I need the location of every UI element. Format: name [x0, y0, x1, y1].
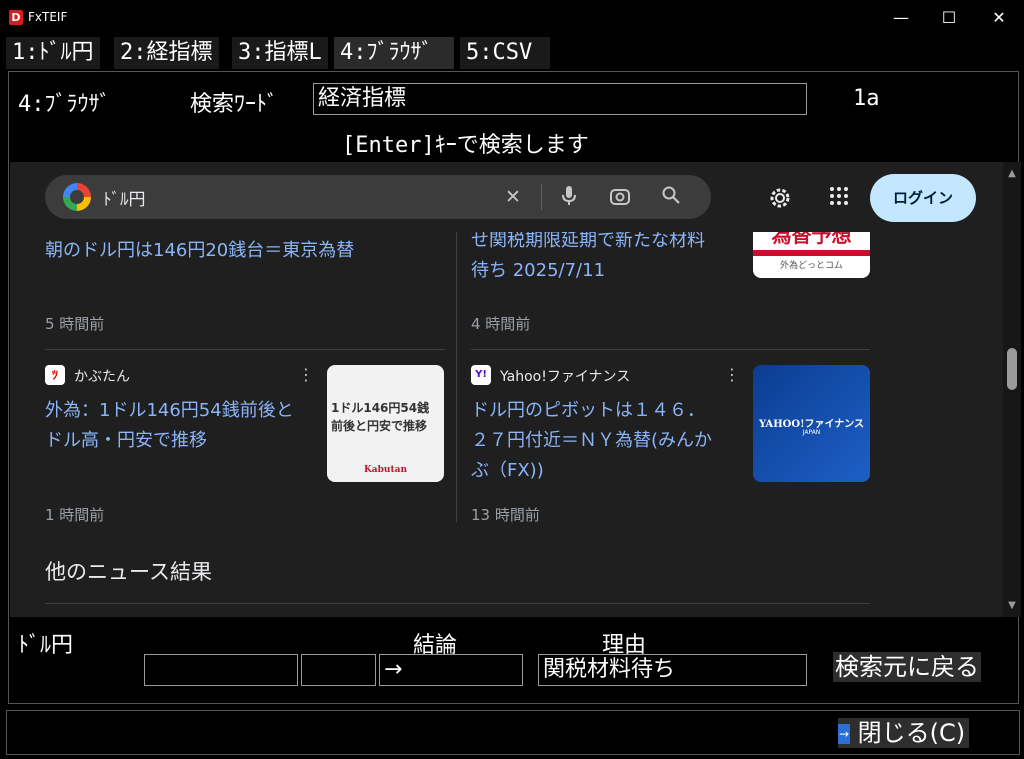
minimize-button[interactable]: — — [877, 0, 925, 36]
browser-scrollbar[interactable]: ▲ ▼ — [1003, 162, 1021, 617]
enter-hint: [Enter]ｷｰで検索します — [342, 133, 589, 158]
tab-csv[interactable]: 5:CSV — [460, 37, 550, 69]
reason-field[interactable]: 関税材料待ち — [538, 654, 807, 686]
apps-grid-icon[interactable] — [827, 186, 851, 210]
title-bar: D FxTEIF — ☐ ✕ — [0, 0, 1024, 36]
news-time: 13 時間前 — [471, 506, 540, 524]
news-headline[interactable]: ドル円のピボットは１４６． ２７円付近＝ＮＹ為替(みんか ぶ（FX)) — [471, 396, 712, 486]
maximize-button[interactable]: ☐ — [925, 0, 973, 36]
arrow-right-icon: → — [838, 724, 850, 744]
settings-gear-icon[interactable] — [768, 186, 792, 210]
news-time: 1 時間前 — [45, 506, 105, 524]
app-logo-icon: D — [9, 10, 23, 25]
embedded-browser[interactable]: ﾄﾞﾙ円 ✕ ログイン 朝のドル円は146円20銭台＝東京為替 5 時間前 せ関… — [10, 162, 1021, 617]
lens-camera-icon[interactable] — [608, 185, 632, 209]
panel-heading: 4:ﾌﾞﾗｳｻﾞ — [18, 92, 111, 117]
close-window-button[interactable]: ✕ — [975, 0, 1023, 36]
more-options-icon[interactable]: ⋮ — [724, 365, 740, 384]
value-field-1[interactable] — [144, 654, 298, 686]
conclusion-field[interactable]: → — [379, 654, 523, 686]
news-source: かぶたん — [74, 369, 130, 385]
clear-icon[interactable]: ✕ — [501, 185, 525, 209]
tab-dollar-yen[interactable]: 1:ﾄﾞﾙ円 — [6, 37, 100, 69]
news-column-divider — [456, 222, 457, 522]
more-options-icon[interactable]: ⋮ — [298, 365, 314, 384]
news-headline[interactable]: 外為：1ドル146円54銭前後と ドル高・円安で推移 — [45, 396, 294, 456]
tab-economic-indicators[interactable]: 2:経指標 — [114, 37, 219, 69]
search-icon[interactable] — [659, 185, 683, 209]
news-thumbnail[interactable]: 1ドル146円54銭前後と円安で推移 Kabutan — [327, 365, 444, 482]
news-time: 4 時間前 — [471, 315, 531, 333]
divider — [45, 603, 870, 604]
news-headline[interactable]: せ関税期限延期で新たな材料 待ち 2025/7/11 — [471, 226, 705, 286]
kabutan-favicon-icon: ﾂ — [45, 365, 65, 385]
divider — [45, 349, 445, 350]
search-divider — [541, 184, 542, 210]
more-news-heading: 他のニュース結果 — [45, 560, 212, 584]
tab-browser[interactable]: 4:ﾌﾞﾗｳｻﾞ — [334, 37, 454, 69]
scroll-down-icon[interactable]: ▼ — [1006, 600, 1018, 612]
news-source: Yahoo!ファイナンス — [500, 369, 631, 385]
news-time: 5 時間前 — [45, 315, 105, 333]
pair-label: ﾄﾞﾙ円 — [18, 633, 74, 658]
google-logo-icon — [63, 183, 91, 211]
scroll-up-icon[interactable]: ▲ — [1006, 168, 1018, 180]
login-button[interactable]: ログイン — [870, 174, 976, 222]
google-search-bar: ﾄﾞﾙ円 ✕ ログイン — [10, 162, 1003, 232]
search-word-input[interactable]: 経済指標 — [313, 83, 807, 115]
news-thumbnail[interactable]: YAHOO!ファイナンス JAPAN — [753, 365, 870, 482]
scrollbar-thumb[interactable] — [1007, 348, 1017, 390]
microphone-icon[interactable] — [557, 185, 581, 209]
google-search-box[interactable]: ﾄﾞﾙ円 ✕ — [45, 175, 711, 219]
yahoo-favicon-icon: Y! — [471, 365, 491, 385]
window-title: FxTEIF — [28, 10, 68, 24]
search-word-label: 検索ﾜｰﾄﾞ — [190, 92, 279, 117]
value-field-2[interactable] — [301, 654, 376, 686]
tab-indicator-list[interactable]: 3:指標L — [232, 37, 328, 69]
code-label: 1a — [853, 86, 880, 111]
google-query-text[interactable]: ﾄﾞﾙ円 — [103, 185, 146, 210]
close-button[interactable]: → 閉じる(C) — [838, 718, 970, 748]
back-to-search-button[interactable]: 検索元に戻る — [833, 652, 981, 682]
divider — [471, 349, 870, 350]
news-headline[interactable]: 朝のドル円は146円20銭台＝東京為替 — [45, 236, 354, 266]
